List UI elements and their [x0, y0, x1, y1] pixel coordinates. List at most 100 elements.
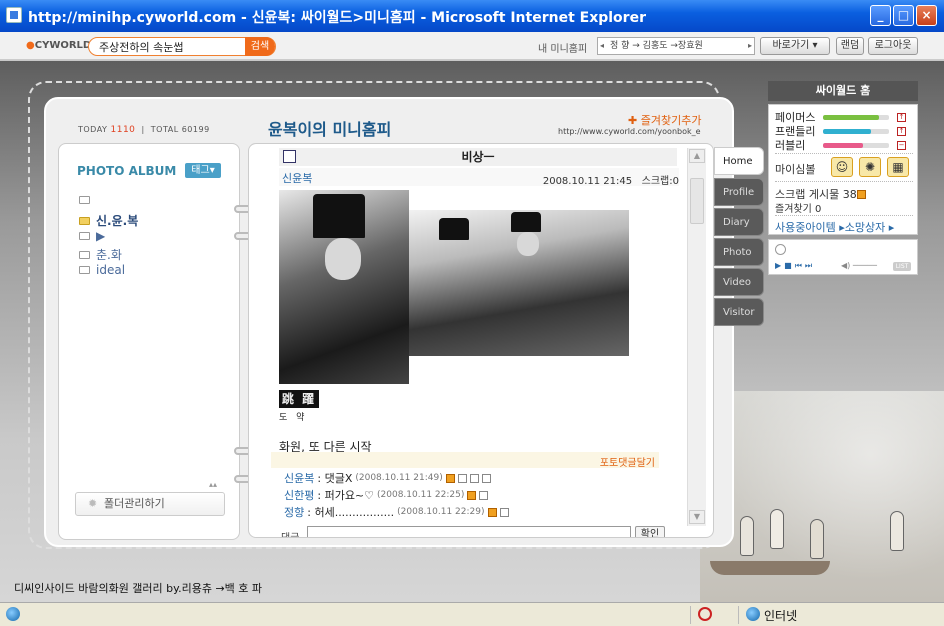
hompy-icon[interactable] — [467, 490, 477, 500]
secret-icon[interactable] — [469, 473, 479, 483]
tab-video[interactable]: Video — [714, 268, 764, 296]
folder-manage-button[interactable]: 폴더관리하기 — [75, 492, 225, 516]
music-disc-icon — [775, 244, 786, 255]
comment-time: (2008.10.11 22:25) — [377, 490, 465, 500]
ie-icon — [6, 7, 22, 23]
post-checkbox[interactable] — [283, 150, 296, 163]
random-button[interactable]: 랜덤 — [836, 37, 864, 55]
divider — [775, 153, 913, 154]
favorites-label: 즐겨찾기 — [775, 204, 812, 215]
internet-zone-icon — [746, 607, 760, 621]
next-arrow-icon[interactable]: ▸ — [748, 38, 752, 54]
close-button[interactable]: × — [916, 5, 937, 26]
photo-painting-scene[interactable] — [409, 210, 629, 356]
folder-item[interactable]: ▶ — [79, 229, 105, 243]
add-favorite-link[interactable]: ✚ 즐겨찾기추가 — [628, 112, 701, 128]
total-label: TOTAL — [150, 125, 179, 134]
photo-post-panel: 비상ㅡ 신윤복 2008.10.11 21:45 스크랩:0 跳 躍 도 약 화… — [248, 143, 714, 538]
content-scrollbar[interactable]: ▲ ▼ — [687, 148, 706, 526]
bgm-player: ▶■⏮⏭ ◀) ───── LIST — [768, 239, 918, 275]
symbol-icon[interactable]: ☺ — [831, 157, 853, 177]
favorites-count[interactable]: 즐겨찾기 0 — [775, 200, 821, 215]
comment-author[interactable]: 신윤복 — [284, 470, 314, 486]
delete-icon[interactable] — [481, 473, 491, 483]
tab-profile[interactable]: Profile — [714, 178, 764, 206]
items-in-use-link[interactable]: 사용중아이템 ▸소망상자 ▸ — [775, 219, 894, 235]
comment-text: : 퍼가요~♡ — [317, 489, 375, 502]
tag-label: 태그 — [191, 165, 210, 176]
scrap-count: 스크랩:0 — [641, 176, 679, 187]
folder-item[interactable]: ideal — [79, 263, 125, 277]
reply-icon[interactable] — [499, 507, 509, 517]
window-title-bar: http://minihp.cyworld.com - 신윤복: 싸이월드>미니… — [0, 0, 944, 32]
player-controls-icon[interactable]: ▶■⏮⏭ — [775, 261, 815, 271]
search-input[interactable] — [99, 39, 239, 54]
hompy-icon[interactable] — [487, 507, 497, 517]
minimize-button[interactable]: _ — [870, 5, 891, 26]
tag-button[interactable]: 태그▾ — [185, 163, 221, 178]
stat-fill — [823, 142, 863, 148]
stat-up-icon[interactable]: ↑ — [897, 112, 906, 122]
folder-item[interactable] — [79, 196, 96, 204]
volume-slider-icon[interactable]: ◀) ───── — [841, 261, 877, 270]
stat-minus-icon[interactable]: − — [897, 140, 906, 150]
comment-author[interactable]: 신한평 — [284, 487, 314, 503]
minihompy-url[interactable]: http://www.cyworld.com/yoonbok_e — [558, 127, 701, 136]
tab-home[interactable]: Home — [714, 147, 764, 175]
folder-icon — [79, 196, 90, 204]
post-date: 2008.10.11 21:45 — [542, 176, 633, 187]
painting-figure — [810, 519, 824, 559]
browser-status-bar: 인터넷 — [0, 602, 944, 626]
post-author[interactable]: 신윤복 — [282, 170, 312, 186]
scroll-thumb[interactable] — [690, 178, 704, 224]
logout-button[interactable]: 로그아웃 — [868, 37, 918, 55]
stat-name: 러블리 — [775, 139, 806, 152]
open-folder-icon — [79, 216, 90, 225]
hompy-icon[interactable] — [445, 473, 455, 483]
tab-visitor[interactable]: Visitor — [714, 298, 764, 326]
expand-arrows-icon[interactable]: ▴▴ — [209, 480, 217, 489]
search-button[interactable]: 검색 — [245, 37, 275, 56]
my-minihompy-link[interactable]: 내 미니홈피 — [538, 40, 587, 55]
symbol-icon[interactable]: ✺ — [859, 157, 881, 177]
photo-face — [517, 232, 539, 256]
scroll-down-icon[interactable]: ▼ — [689, 510, 705, 524]
folder-item[interactable]: 신.윤.복 — [79, 212, 138, 229]
folder-label: 춘.화 — [96, 248, 122, 262]
photo-hat — [313, 194, 365, 238]
painting-figure — [770, 509, 784, 549]
reply-input[interactable] — [307, 526, 631, 537]
privacy-icon[interactable] — [698, 607, 712, 621]
cyworld-home-link[interactable]: 싸이월드 홈 — [768, 81, 918, 101]
comment-text: : 허세................. — [307, 506, 395, 519]
symbol-icon[interactable]: ▦ — [887, 157, 909, 177]
friend-path[interactable]: ◂ 정 향 → 김홍도 →장효원 ▸ — [597, 37, 755, 55]
search-box: 검색 — [88, 37, 276, 56]
reply-submit-button[interactable]: 확인 — [635, 526, 665, 537]
reply-icon[interactable] — [457, 473, 467, 483]
reply-label: 댓글 — [281, 529, 299, 537]
scroll-up-icon[interactable]: ▲ — [689, 149, 705, 163]
cyworld-logo[interactable]: ●CYWORLD — [26, 40, 91, 51]
goto-select[interactable]: 바로가기 ▾ — [760, 37, 830, 55]
add-photo-comment-link[interactable]: 포토댓글달기 — [600, 454, 655, 469]
post-meta: 신윤복 2008.10.11 21:45 스크랩:0 — [279, 168, 679, 187]
total-count: 60199 — [181, 125, 210, 134]
maximize-button[interactable]: □ — [893, 5, 914, 26]
stat-fill — [823, 114, 880, 120]
folder-item[interactable]: 춘.화 — [79, 246, 122, 263]
logo-circle-icon: ● — [26, 40, 35, 51]
prev-arrow-icon[interactable]: ◂ — [600, 38, 604, 54]
reply-icon[interactable] — [479, 490, 489, 500]
playlist-icon[interactable]: LIST — [893, 262, 911, 271]
photo-comment-bar: 포토댓글달기 — [271, 452, 659, 469]
add-favorite-label: 즐겨찾기추가 — [640, 114, 702, 127]
photo-portrait[interactable] — [279, 190, 409, 384]
tab-photo[interactable]: Photo — [714, 238, 764, 266]
favorites-value: 0 — [815, 204, 822, 215]
visit-counter: TODAY 1110 | TOTAL 60199 — [78, 125, 210, 135]
stat-up-icon[interactable]: ↑ — [897, 126, 906, 136]
tab-diary[interactable]: Diary — [714, 208, 764, 236]
comment-author[interactable]: 정향 — [284, 504, 304, 520]
divider — [775, 215, 913, 216]
